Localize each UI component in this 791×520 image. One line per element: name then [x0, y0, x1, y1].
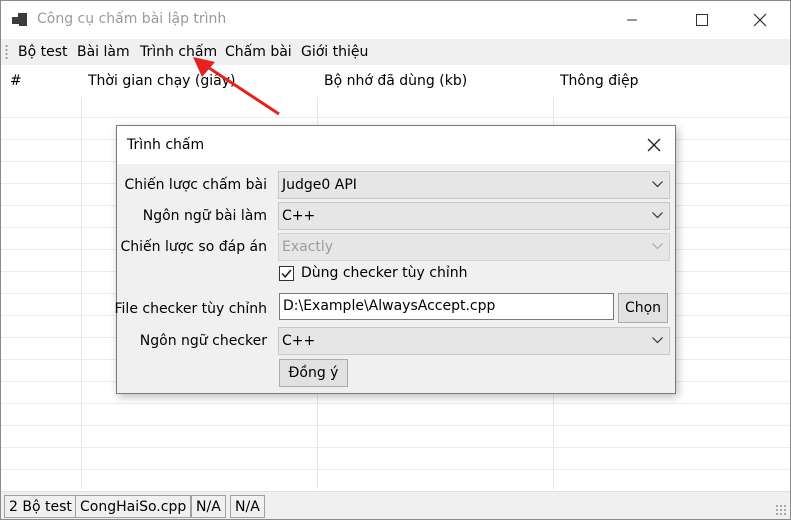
- language-label: Ngôn ngữ bài làm: [142, 208, 267, 224]
- use-custom-checker-label[interactable]: Dùng checker tùy chỉnh: [301, 265, 467, 281]
- checker-language-value: C++: [282, 333, 316, 349]
- minimize-button[interactable]: [609, 1, 655, 39]
- ok-button[interactable]: Đồng ý: [279, 359, 348, 387]
- window-title: Công cụ chấm bài lập trình: [37, 11, 227, 27]
- chevron-down-icon: [652, 212, 663, 219]
- resize-grip[interactable]: [775, 504, 787, 516]
- language-select[interactable]: C++: [278, 202, 670, 230]
- maximize-button[interactable]: [679, 1, 725, 39]
- checker-language-select[interactable]: C++: [278, 327, 670, 355]
- menu-submissions[interactable]: Bài làm: [77, 44, 130, 60]
- toolbar-grip[interactable]: [5, 44, 8, 60]
- grid-header: # Thời gian chạy (giây) Bộ nhớ đã dùng (…: [1, 65, 790, 97]
- column-header-message[interactable]: Thông điệp: [560, 73, 638, 89]
- chevron-down-icon: [652, 243, 663, 250]
- title-bar: Công cụ chấm bài lập trình: [1, 1, 790, 39]
- column-header-memory[interactable]: Bộ nhớ đã dùng (kb): [324, 73, 467, 89]
- compare-strategy-label: Chiến lược so đáp án: [120, 239, 267, 255]
- dialog-title: Trình chấm: [127, 137, 205, 153]
- annotation-arrow-icon: [193, 57, 280, 116]
- status-field-3: N/A: [191, 495, 226, 518]
- status-bar: 2 Bộ test CongHaiSo.cpp N/A N/A: [1, 491, 790, 519]
- maximize-icon: [696, 14, 708, 26]
- menu-bar: Bộ test Bài làm Trình chấm Chấm bài Giới…: [1, 39, 790, 65]
- status-file: CongHaiSo.cpp: [75, 495, 192, 518]
- browse-button[interactable]: Chọn: [618, 293, 668, 323]
- checker-file-value: D:\Example\AlwaysAccept.cpp: [283, 298, 496, 314]
- menu-test-sets[interactable]: Bộ test: [18, 44, 68, 60]
- checker-language-label: Ngôn ngữ checker: [139, 333, 267, 349]
- app-icon: [12, 12, 28, 28]
- status-test-count: 2 Bộ test: [4, 495, 77, 518]
- language-value: C++: [282, 208, 316, 224]
- main-window: Công cụ chấm bài lập trình Bộ test Bài l…: [0, 0, 791, 520]
- close-button[interactable]: [737, 1, 783, 39]
- judge-strategy-value: Judge0 API: [282, 177, 357, 193]
- dialog-title-bar: Trình chấm: [117, 126, 675, 164]
- menu-about[interactable]: Giới thiệu: [301, 44, 368, 60]
- judge-strategy-select[interactable]: Judge0 API: [278, 171, 670, 199]
- column-header-index[interactable]: #: [10, 73, 22, 89]
- checker-file-label: File checker tùy chỉnh: [114, 301, 268, 317]
- chevron-down-icon: [652, 337, 663, 344]
- judge-strategy-label: Chiến lược chấm bài: [124, 177, 267, 193]
- dialog-close-button[interactable]: [637, 130, 671, 160]
- close-icon: [753, 13, 767, 27]
- compare-strategy-select[interactable]: Exactly: [278, 233, 670, 261]
- use-custom-checker-checkbox[interactable]: [279, 266, 294, 281]
- judge-settings-dialog: Trình chấm Chiến lược chấm bài Judge0 AP…: [114, 125, 676, 394]
- minimize-icon: [627, 19, 637, 21]
- checker-file-input[interactable]: D:\Example\AlwaysAccept.cpp: [279, 293, 614, 320]
- checkmark-icon: [281, 269, 292, 278]
- chevron-down-icon: [652, 181, 663, 188]
- status-field-4: N/A: [230, 495, 265, 518]
- close-icon: [647, 138, 661, 152]
- compare-strategy-value: Exactly: [282, 239, 334, 255]
